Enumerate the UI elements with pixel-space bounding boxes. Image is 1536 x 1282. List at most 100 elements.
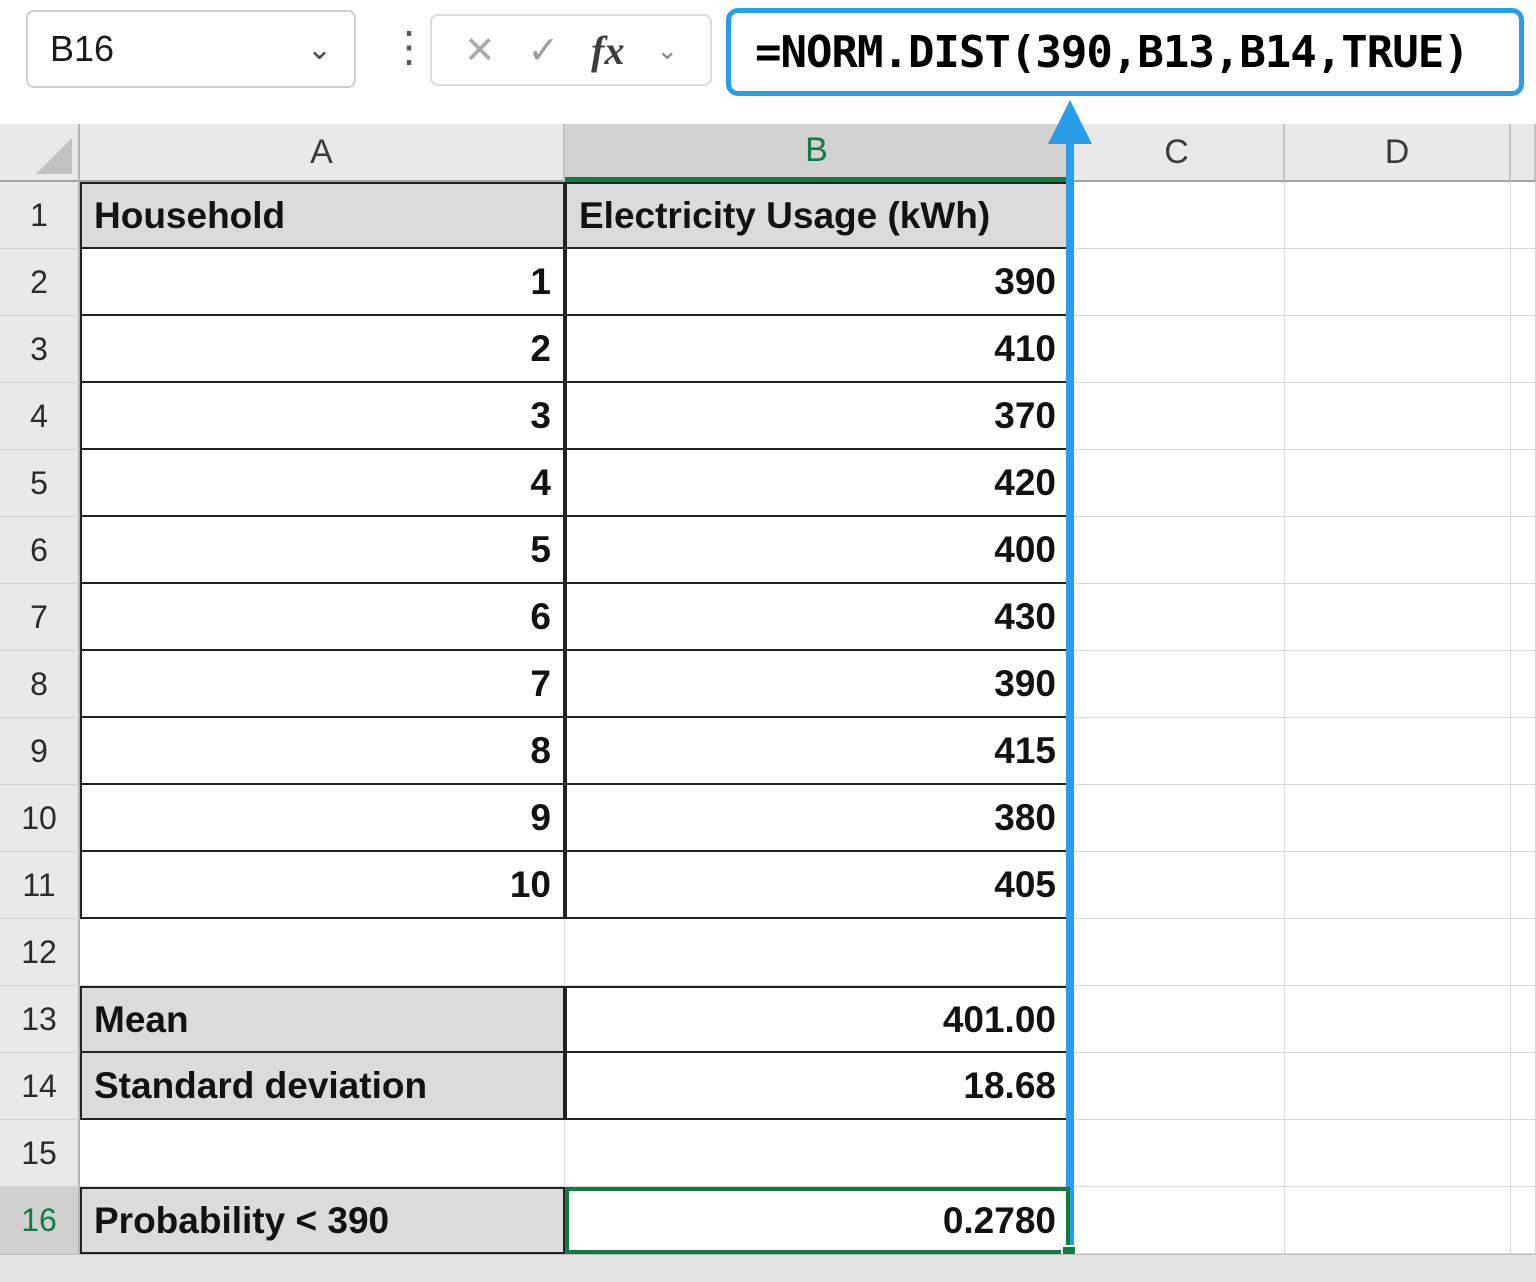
cell-partial-16 <box>1511 1187 1536 1254</box>
row-header-13[interactable]: 13 <box>0 986 80 1053</box>
row-header-9[interactable]: 9 <box>0 718 80 785</box>
cell-A11[interactable]: 10 <box>80 852 565 919</box>
cell-D16[interactable] <box>1285 1187 1511 1254</box>
name-box[interactable]: B16 ⌄ <box>26 10 356 88</box>
cell-C15[interactable] <box>1070 1120 1285 1187</box>
cell-C8[interactable] <box>1070 651 1285 718</box>
cell-A9[interactable]: 8 <box>80 718 565 785</box>
row-header-7[interactable]: 7 <box>0 584 80 651</box>
row-header-14[interactable]: 14 <box>0 1053 80 1120</box>
cell-A4[interactable]: 3 <box>80 383 565 450</box>
cell-C13[interactable] <box>1070 986 1285 1053</box>
row-header-2[interactable]: 2 <box>0 249 80 316</box>
cell-C6[interactable] <box>1070 517 1285 584</box>
cell-C3[interactable] <box>1070 316 1285 383</box>
cell-partial-7 <box>1511 584 1536 651</box>
cell-B6[interactable]: 400 <box>565 517 1070 584</box>
column-header-C[interactable]: C <box>1070 124 1285 182</box>
cell-D9[interactable] <box>1285 718 1511 785</box>
cell-A13[interactable]: Mean <box>80 986 565 1053</box>
cell-B8[interactable]: 390 <box>565 651 1070 718</box>
column-header-D[interactable]: D <box>1285 124 1511 182</box>
row-header-11[interactable]: 11 <box>0 852 80 919</box>
enter-icon[interactable]: ✓ <box>528 28 560 73</box>
name-box-dropdown-icon[interactable]: ⌄ <box>307 32 332 67</box>
row-header-1[interactable]: 1 <box>0 182 80 249</box>
cell-D5[interactable] <box>1285 450 1511 517</box>
cell-B12[interactable] <box>565 919 1070 986</box>
cell-A6[interactable]: 5 <box>80 517 565 584</box>
formula-input[interactable]: =NORM.DIST(390,B13,B14,TRUE) <box>726 8 1524 96</box>
cell-C4[interactable] <box>1070 383 1285 450</box>
cell-B4[interactable]: 370 <box>565 383 1070 450</box>
cell-D15[interactable] <box>1285 1120 1511 1187</box>
cell-B5[interactable]: 420 <box>565 450 1070 517</box>
cell-B16[interactable]: 0.2780 <box>565 1187 1070 1254</box>
row-header-5[interactable]: 5 <box>0 450 80 517</box>
cell-D12[interactable] <box>1285 919 1511 986</box>
cell-D7[interactable] <box>1285 584 1511 651</box>
cell-D8[interactable] <box>1285 651 1511 718</box>
cell-A7[interactable]: 6 <box>80 584 565 651</box>
row-header-10[interactable]: 10 <box>0 785 80 852</box>
row-header-15[interactable]: 15 <box>0 1120 80 1187</box>
cell-C14[interactable] <box>1070 1053 1285 1120</box>
name-box-value: B16 <box>50 28 114 70</box>
cell-D2[interactable] <box>1285 249 1511 316</box>
cell-D4[interactable] <box>1285 383 1511 450</box>
column-header-A[interactable]: A <box>80 124 565 182</box>
cell-B3[interactable]: 410 <box>565 316 1070 383</box>
cell-C10[interactable] <box>1070 785 1285 852</box>
cell-B10[interactable]: 380 <box>565 785 1070 852</box>
cell-B11[interactable]: 405 <box>565 852 1070 919</box>
cell-D14[interactable] <box>1285 1053 1511 1120</box>
cell-D1[interactable] <box>1285 182 1511 249</box>
spreadsheet-app: B16 ⌄ ⋮ ✕ ✓ fx ⌄ =NORM.DIST(390,B13,B14,… <box>0 0 1536 1282</box>
cell-C11[interactable] <box>1070 852 1285 919</box>
cell-C12[interactable] <box>1070 919 1285 986</box>
cell-D13[interactable] <box>1285 986 1511 1053</box>
cell-B15[interactable] <box>565 1120 1070 1187</box>
cell-C9[interactable] <box>1070 718 1285 785</box>
cell-C16[interactable] <box>1070 1187 1285 1254</box>
cell-A10[interactable]: 9 <box>80 785 565 852</box>
bottom-edge <box>0 1254 1536 1282</box>
cell-C5[interactable] <box>1070 450 1285 517</box>
cell-A8[interactable]: 7 <box>80 651 565 718</box>
formula-bar-expand-icon[interactable]: ⌄ <box>656 35 678 66</box>
cell-B7[interactable]: 430 <box>565 584 1070 651</box>
column-header-B[interactable]: B <box>565 124 1070 182</box>
cell-D11[interactable] <box>1285 852 1511 919</box>
cell-A16[interactable]: Probability < 390 <box>80 1187 565 1254</box>
row-header-3[interactable]: 3 <box>0 316 80 383</box>
cell-A3[interactable]: 2 <box>80 316 565 383</box>
cell-B9[interactable]: 415 <box>565 718 1070 785</box>
cell-B2[interactable]: 390 <box>565 249 1070 316</box>
cell-A2[interactable]: 1 <box>80 249 565 316</box>
cell-B13[interactable]: 401.00 <box>565 986 1070 1053</box>
cell-partial-2 <box>1511 249 1536 316</box>
row-header-8[interactable]: 8 <box>0 651 80 718</box>
cell-D10[interactable] <box>1285 785 1511 852</box>
cell-C1[interactable] <box>1070 182 1285 249</box>
cell-C7[interactable] <box>1070 584 1285 651</box>
row-header-4[interactable]: 4 <box>0 383 80 450</box>
row-header-6[interactable]: 6 <box>0 517 80 584</box>
cell-A14[interactable]: Standard deviation <box>80 1053 565 1120</box>
cell-A1[interactable]: Household <box>80 182 565 249</box>
cell-D6[interactable] <box>1285 517 1511 584</box>
cell-A15[interactable] <box>80 1120 565 1187</box>
insert-function-icon[interactable]: fx <box>591 27 624 74</box>
cell-B1[interactable]: Electricity Usage (kWh) <box>565 182 1070 249</box>
row-header-16[interactable]: 16 <box>0 1187 80 1254</box>
cell-A12[interactable] <box>80 919 565 986</box>
cell-A5[interactable]: 4 <box>80 450 565 517</box>
cell-B14[interactable]: 18.68 <box>565 1053 1070 1120</box>
cancel-icon[interactable]: ✕ <box>464 28 496 73</box>
column-header-partial <box>1511 124 1536 182</box>
cell-partial-8 <box>1511 651 1536 718</box>
row-header-12[interactable]: 12 <box>0 919 80 986</box>
cell-D3[interactable] <box>1285 316 1511 383</box>
cell-C2[interactable] <box>1070 249 1285 316</box>
select-all-corner[interactable] <box>0 124 80 182</box>
